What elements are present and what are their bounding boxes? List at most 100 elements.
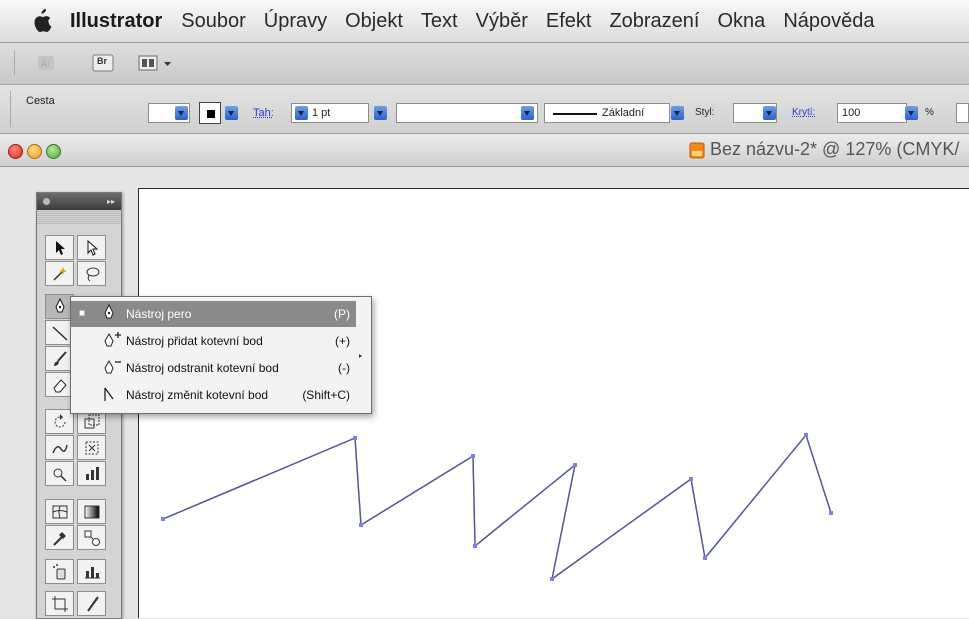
direct-selection-tool-icon[interactable] (77, 235, 106, 260)
menu-objekt[interactable]: Objekt (345, 10, 403, 33)
blend-tool-icon[interactable] (77, 525, 106, 550)
menu-bar: Illustrator Soubor Úpravy Objekt Text Vý… (0, 0, 969, 43)
tools-panel-collapse-icon[interactable]: ▸▸ (107, 197, 115, 206)
bridge-label: Br (97, 56, 107, 66)
column-graph-tool-icon[interactable] (77, 559, 106, 584)
convert-anchor-icon (101, 385, 117, 406)
menu-upravy[interactable]: Úpravy (264, 10, 327, 33)
menu-zobrazeni[interactable]: Zobrazení (609, 10, 699, 33)
slice-tool-icon[interactable] (77, 591, 106, 616)
menu-napoveda[interactable]: Nápověda (783, 10, 874, 33)
opacity-value: 100 (842, 107, 860, 119)
menu-vyber[interactable]: Výběr (476, 10, 528, 33)
flyout-item-label: Nástroj přidat kotevní bod (126, 334, 263, 348)
apple-icon[interactable] (30, 8, 60, 34)
fill-dropdown-icon[interactable] (175, 106, 188, 120)
stroke-swatch[interactable] (199, 102, 221, 124)
brush-dropdown-icon[interactable] (671, 106, 684, 120)
brush-definition-field[interactable]: Základní (544, 103, 670, 123)
document-title-bar: Bez názvu-2* @ 127% (CMYK/ (0, 134, 969, 167)
zoom-window-button[interactable] (46, 144, 61, 159)
stroke-dropdown-icon[interactable] (225, 106, 238, 120)
flyout-selected-bullet: ■ (79, 308, 85, 319)
style-label: Styl: (695, 107, 714, 118)
flyout-item-delete-anchor[interactable]: Nástroj odstranit kotevní bod (-) (71, 355, 356, 381)
tools-panel-header[interactable]: ▸▸ (37, 193, 121, 210)
flyout-item-shortcut: (Shift+C) (302, 388, 350, 402)
percent-label: % (925, 107, 934, 118)
anchor-point[interactable] (689, 477, 693, 481)
artboard-tool-icon[interactable] (45, 591, 74, 616)
flyout-item-convert-anchor[interactable]: Nástroj změnit kotevní bod (Shift+C) (71, 382, 356, 408)
magic-wand-tool-icon[interactable] (45, 261, 74, 286)
flyout-item-shortcut: (-) (338, 361, 350, 375)
arrange-documents-button[interactable] (138, 53, 178, 73)
selection-tool-icon[interactable] (45, 235, 74, 260)
stroke-label[interactable]: Tah: (253, 107, 274, 119)
stroke-weight-value: 1 pt (312, 104, 330, 122)
document-title: Bez názvu-2* @ 127% (CMYK/ (710, 139, 959, 160)
anchor-point[interactable] (473, 544, 477, 548)
tearoff-handle-icon[interactable] (358, 347, 363, 365)
delete-anchor-icon (101, 358, 123, 379)
path-label: Cesta (26, 95, 55, 107)
flyout-item-pen[interactable]: ■ Nástroj pero (P) (71, 301, 356, 327)
appbar-divider (14, 51, 15, 75)
brush-label: Základní (602, 104, 644, 122)
anchor-point[interactable] (471, 454, 475, 458)
stroke-weight-dropdown-icon[interactable] (374, 106, 387, 120)
zigzag-path-highlight (163, 435, 831, 579)
menu-okna[interactable]: Okna (718, 10, 766, 33)
flyout-item-shortcut: (P) (334, 307, 350, 321)
close-window-button[interactable] (8, 144, 23, 159)
opacity-label[interactable]: Krytí: (792, 107, 815, 118)
flyout-item-label: Nástroj pero (126, 307, 191, 321)
anchor-point[interactable] (359, 523, 363, 527)
anchor-point[interactable] (829, 511, 833, 515)
anchor-point[interactable] (573, 463, 577, 467)
tools-panel-close-icon[interactable] (43, 198, 50, 205)
brush-stroke-preview (553, 113, 597, 115)
warp-tool-icon[interactable] (45, 435, 74, 460)
application-bar: Ai Br (0, 43, 969, 85)
symbol-sprayer-tool-icon[interactable] (45, 559, 74, 584)
flyout-item-label: Nástroj odstranit kotevní bod (126, 361, 279, 375)
ai-logo-icon: Ai (36, 53, 56, 73)
eyedropper-tool-icon[interactable] (45, 525, 74, 550)
shape-builder-tool-icon[interactable] (45, 461, 74, 486)
graph-tool-icon[interactable] (77, 461, 106, 486)
stroke-weight-stepper-icon[interactable] (295, 106, 308, 120)
control-bar-grip (10, 91, 11, 127)
flyout-item-add-anchor[interactable]: Nástroj přidat kotevní bod (+) (71, 328, 356, 354)
document-file-icon (689, 142, 705, 159)
opacity-field[interactable]: 100 (837, 103, 907, 123)
add-anchor-icon (101, 331, 123, 352)
gradient-tool-icon[interactable] (77, 499, 106, 524)
menu-efekt[interactable]: Efekt (546, 10, 592, 33)
flyout-item-shortcut: (+) (335, 334, 350, 348)
anchor-point[interactable] (161, 517, 165, 521)
free-transform-tool-icon[interactable] (77, 435, 106, 460)
pen-icon (101, 304, 117, 325)
anchor-point[interactable] (550, 577, 554, 581)
bridge-button[interactable]: Br (92, 53, 114, 73)
anchor-point[interactable] (353, 436, 357, 440)
pen-tool-flyout-menu: ■ Nástroj pero (P) Nástroj přidat kotevn… (70, 296, 372, 414)
anchor-point[interactable] (703, 556, 707, 560)
menu-text[interactable]: Text (421, 10, 458, 33)
mesh-tool-icon[interactable] (45, 499, 74, 524)
tools-panel-grip[interactable] (37, 210, 121, 224)
width-profile-field[interactable] (396, 103, 538, 123)
menu-app-name[interactable]: Illustrator (70, 10, 162, 33)
svg-text:Ai: Ai (41, 60, 50, 70)
lasso-tool-icon[interactable] (77, 261, 106, 286)
control-bar: Cesta Tah: 1 pt Základní Styl: Krytí: 10… (0, 85, 969, 134)
opacity-dropdown-icon[interactable] (905, 106, 918, 120)
next-control-field[interactable] (956, 103, 969, 123)
menu-soubor[interactable]: Soubor (181, 10, 246, 33)
zigzag-path[interactable] (163, 435, 831, 579)
anchor-point[interactable] (804, 433, 808, 437)
width-profile-dropdown-icon[interactable] (521, 106, 534, 120)
minimize-window-button[interactable] (27, 144, 42, 159)
style-dropdown-icon[interactable] (763, 106, 776, 120)
